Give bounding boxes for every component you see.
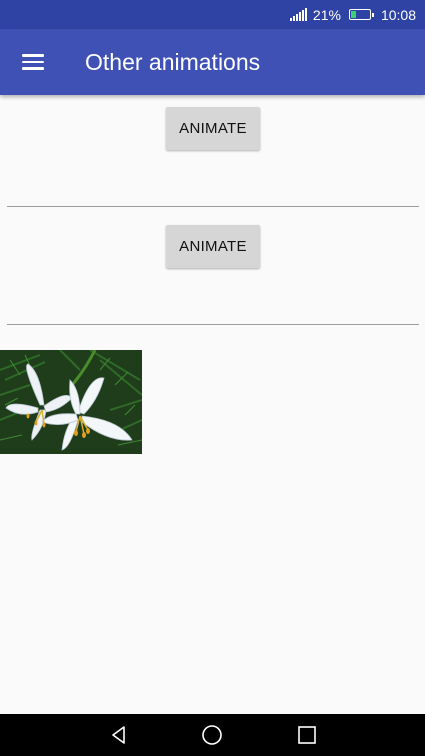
page-title: Other animations [85, 48, 261, 75]
lily-image [0, 350, 142, 454]
divider-1 [7, 206, 419, 207]
app-bar: Other animations [0, 29, 425, 95]
status-time: 10:08 [380, 6, 416, 23]
battery-icon [348, 9, 374, 20]
animate-button-1[interactable]: ANIMATE [166, 107, 260, 150]
status-bar: 21% 10:08 [0, 0, 425, 29]
back-icon[interactable] [94, 714, 144, 756]
battery-percent: 21% [312, 6, 341, 23]
divider-2 [7, 324, 419, 325]
recents-icon[interactable] [282, 714, 332, 756]
main-content: ANIMATE ANIMATE [0, 95, 425, 714]
signal-icon [289, 8, 307, 21]
navigation-bar [0, 714, 425, 756]
animate-button-2[interactable]: ANIMATE [166, 225, 260, 268]
hamburger-menu-icon[interactable] [0, 29, 66, 95]
home-icon[interactable] [187, 714, 237, 756]
